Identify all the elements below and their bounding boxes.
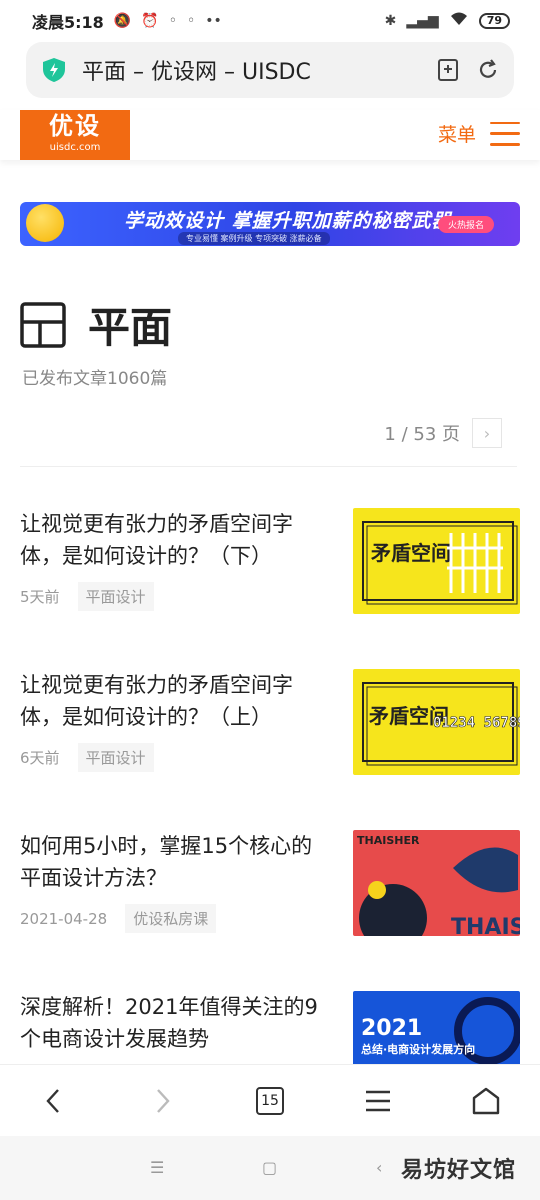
pagination: 1 / 53 页 › xyxy=(384,418,502,448)
menu-button[interactable] xyxy=(348,1071,408,1131)
article-title[interactable]: 让视觉更有张力的矛盾空间字体，是如何设计的？（上） xyxy=(20,669,332,733)
smiley-icon xyxy=(26,204,64,242)
article-tag[interactable]: 平面设计 xyxy=(77,582,154,611)
banner-cta[interactable]: 火热报名 xyxy=(437,216,494,233)
status-time: 凌晨5:18 xyxy=(32,13,104,32)
chevron-right-icon: › xyxy=(483,423,491,443)
article-tag[interactable]: 优设私房课 xyxy=(125,904,217,933)
article-item[interactable]: 让视觉更有张力的矛盾空间字体，是如何设计的？（上） 6天前 平面设计 矛盾空间 … xyxy=(20,669,520,775)
thumb-text: 矛盾空间 xyxy=(371,541,451,565)
alarm-icon: ⏰ xyxy=(141,13,159,29)
browser-nav-bar: 15 xyxy=(0,1064,540,1136)
notification-icon: ◦ xyxy=(186,13,196,29)
site-header: 优设 uisdc.com 菜单 xyxy=(0,110,540,160)
logo-domain: uisdc.com xyxy=(49,142,101,153)
page-title[interactable]: 平面 – 优设网 – UISDC xyxy=(82,54,420,86)
site-logo[interactable]: 优设 uisdc.com xyxy=(20,110,130,160)
article-meta: 5天前 平面设计 xyxy=(20,582,154,611)
battery-indicator: 79 xyxy=(478,13,510,29)
article-meta: 2021-04-28 优设私房课 xyxy=(20,904,217,933)
thumb-text: 2021 xyxy=(361,1016,422,1041)
logo-text: 优设 xyxy=(49,112,101,140)
thumb-sub: 总结·电商设计发展方向 xyxy=(361,1042,475,1056)
system-nav-bar: ☰ ▢ ‹ 易坊好文馆 xyxy=(0,1136,540,1200)
article-tag[interactable]: 平面设计 xyxy=(77,743,154,772)
article-title[interactable]: 深度解析！2021年值得关注的9个电商设计发展趋势 xyxy=(20,991,332,1055)
article-time: 5天前 xyxy=(20,588,60,606)
notification-icon: ◦ xyxy=(168,13,177,29)
article-item[interactable]: 如何用5小时，掌握15个核心的平面设计方法？ 2021-04-28 优设私房课 … xyxy=(20,830,520,936)
category-header: 平面 xyxy=(20,294,172,355)
hamburger-icon xyxy=(366,1090,390,1111)
promo-banner[interactable]: 学动效设计 掌握升职加薪的秘密武器 专业易懂 案例升级 专项突破 涨薪必备 火热… xyxy=(20,202,520,246)
home-button[interactable] xyxy=(456,1071,516,1131)
banner-subline: 专业易懂 案例升级 专项突破 涨薪必备 xyxy=(178,232,330,245)
banner-headline: 学动效设计 掌握升职加薪的秘密武器 xyxy=(124,210,452,232)
watermark-text: 易坊好文馆 xyxy=(400,1158,516,1183)
status-bar: 凌晨5:18 🔕 ⏰ ◦ ◦ •• ✱ ▂▄▆ 79 xyxy=(0,0,540,42)
layout-grid-icon xyxy=(20,301,66,348)
recents-icon[interactable]: ☰ xyxy=(150,1158,164,1177)
chevron-right-icon xyxy=(157,1088,170,1113)
article-time: 6天前 xyxy=(20,749,60,767)
next-page-button[interactable]: › xyxy=(472,418,502,448)
back-button[interactable] xyxy=(24,1071,84,1131)
article-title[interactable]: 如何用5小时，掌握15个核心的平面设计方法？ xyxy=(20,830,332,894)
more-notifications-icon: •• xyxy=(205,13,222,29)
thumb-text: THAISHER xyxy=(357,834,420,847)
wifi-icon xyxy=(449,11,469,31)
chevron-left-icon xyxy=(46,1088,59,1113)
article-thumbnail[interactable]: 矛盾空间 xyxy=(353,508,520,614)
divider xyxy=(20,466,517,467)
hamburger-icon xyxy=(490,121,520,146)
bluetooth-icon: ✱ xyxy=(384,13,397,29)
article-count: 已发布文章1060篇 xyxy=(22,369,168,389)
signal-icon: ▂▄▆ xyxy=(406,13,439,29)
thumb-digits: 01234 56789 xyxy=(433,715,520,731)
tabs-button[interactable]: 15 xyxy=(240,1071,300,1131)
page-indicator: 1 / 53 页 xyxy=(384,424,460,445)
menu-label: 菜单 xyxy=(437,124,476,146)
refresh-icon[interactable] xyxy=(476,58,500,82)
bookmark-add-icon[interactable] xyxy=(436,58,460,82)
tabs-count: 15 xyxy=(256,1086,284,1115)
article-item[interactable]: 让视觉更有张力的矛盾空间字体，是如何设计的？（下） 5天前 平面设计 矛盾空间 xyxy=(20,508,520,614)
article-meta: 6天前 平面设计 xyxy=(20,743,154,772)
article-thumbnail[interactable]: 矛盾空间 01234 56789 xyxy=(353,669,520,775)
article-time: 2021-04-28 xyxy=(20,909,108,928)
article-thumbnail[interactable]: THAISHER THAIS xyxy=(353,830,520,936)
browser-address-bar[interactable]: 平面 – 优设网 – UISDC xyxy=(26,42,514,98)
category-title: 平面 xyxy=(88,303,173,352)
article-title[interactable]: 让视觉更有张力的矛盾空间字体，是如何设计的？（下） xyxy=(20,508,332,572)
back-icon[interactable]: ‹ xyxy=(376,1158,382,1177)
home-square-icon[interactable]: ▢ xyxy=(262,1158,277,1177)
alarm-off-icon: 🔕 xyxy=(113,13,132,29)
home-icon xyxy=(472,1087,500,1114)
menu-button[interactable]: 菜单 xyxy=(438,120,520,147)
forward-button[interactable] xyxy=(132,1071,192,1131)
shield-icon xyxy=(43,58,65,82)
thumb-text-2: THAIS xyxy=(451,915,520,936)
